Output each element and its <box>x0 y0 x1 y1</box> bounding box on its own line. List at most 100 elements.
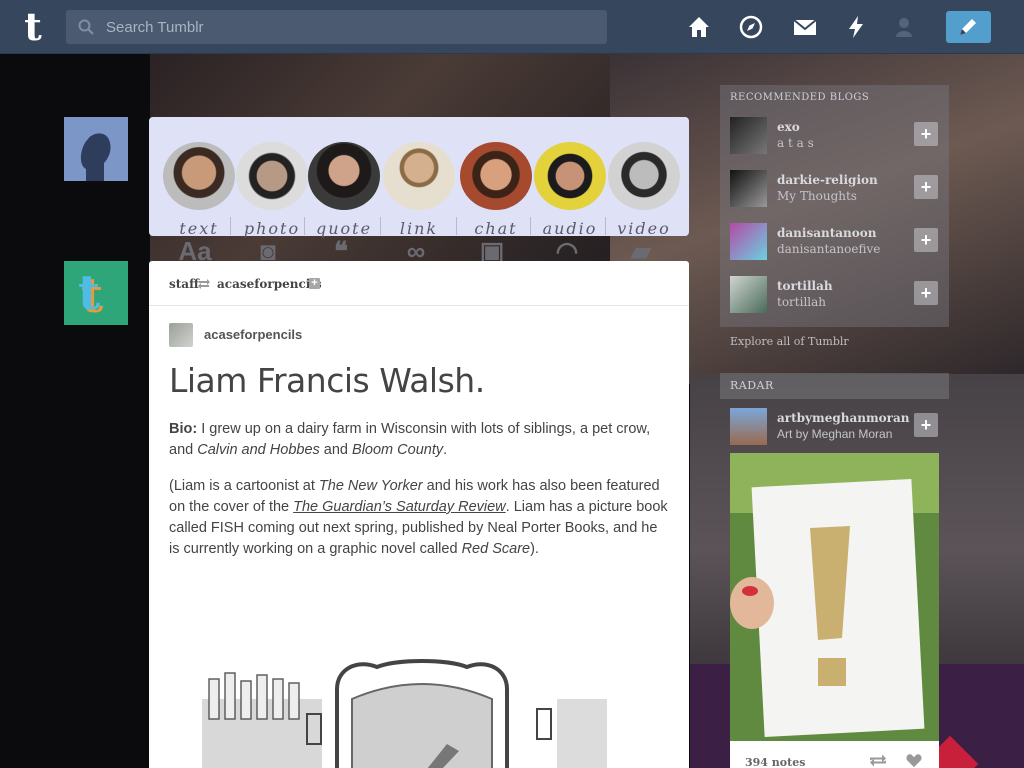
audio-avatar <box>534 142 606 210</box>
post-type-chooser: text photo quote link chat audio video <box>149 117 689 238</box>
desc-text: ). <box>530 541 539 557</box>
follow-button[interactable]: + <box>914 175 938 199</box>
desc-text: (Liam is a cartoonist at <box>169 478 315 494</box>
recommended-avatar <box>730 117 767 154</box>
recommended-name: exo <box>777 120 800 134</box>
post-type-link[interactable]: link <box>382 141 456 241</box>
author-avatar[interactable] <box>169 323 193 347</box>
post-title: Liam Francis Walsh. <box>169 361 485 400</box>
video-camera-icon: ▰ <box>631 236 651 261</box>
headphones-icon: ◠ <box>555 236 579 261</box>
photo-avatar <box>236 142 308 210</box>
heart-icon[interactable] <box>904 753 924 768</box>
follow-button[interactable]: + <box>914 281 938 305</box>
radar-photo[interactable] <box>730 453 939 741</box>
desc-title: The New Yorker <box>318 478 423 494</box>
post-card: staff acaseforpencils + acaseforpencils … <box>149 261 689 768</box>
description-paragraph: (Liam is a cartoonist at The New Yorker … <box>169 476 669 560</box>
notes-count[interactable]: 394 notes <box>745 756 805 768</box>
radar-avatar <box>730 408 767 445</box>
recommended-name: tortillah <box>777 279 833 293</box>
home-icon[interactable] <box>686 14 712 40</box>
separator <box>380 217 381 235</box>
bio-text: and <box>323 442 348 458</box>
recommended-name: danisantanoon <box>777 226 877 240</box>
compose-button[interactable] <box>946 11 991 43</box>
video-avatar <box>608 142 680 210</box>
separator <box>456 217 457 235</box>
post-type-icons: Aa ◙ ❝ ∞ ▣ ◠ ▰ <box>149 236 689 261</box>
follow-button[interactable]: + <box>914 228 938 252</box>
search-box[interactable] <box>66 10 607 44</box>
post-type-video[interactable]: video <box>607 141 681 241</box>
radar-subtitle: Art by Meghan Moran <box>777 427 893 441</box>
separator <box>230 217 231 235</box>
camera-icon: ◙ <box>260 236 276 261</box>
radar-title: Radar <box>730 379 774 392</box>
post-header: staff acaseforpencils + <box>149 261 689 306</box>
radar-header: Radar <box>720 373 949 399</box>
radar-blog-row[interactable]: artbymeghanmoran Art by Meghan Moran + <box>730 408 940 446</box>
chat-avatar <box>460 142 532 210</box>
tumblr-logo[interactable]: t <box>17 7 49 47</box>
quote-icon: ❝ <box>334 236 348 261</box>
compass-icon[interactable] <box>738 14 764 40</box>
guardian-link[interactable]: The Guardian’s Saturday Review <box>293 499 506 515</box>
recommended-title: Recommended Blogs <box>730 92 870 103</box>
recommended-subtitle: a t a s <box>777 136 814 150</box>
post-type-quote[interactable]: quote <box>307 141 381 241</box>
recommended-avatar <box>730 276 767 313</box>
separator <box>304 217 305 235</box>
recommended-blog-row[interactable]: darkie-religion My Thoughts + <box>730 170 940 208</box>
recommended-blog-row[interactable]: danisantanoon danisantanoefive + <box>730 223 940 261</box>
quote-avatar <box>308 142 380 210</box>
recommended-blog-row[interactable]: tortillah tortillah + <box>730 276 940 314</box>
text-avatar <box>163 142 235 210</box>
account-icon[interactable] <box>891 14 917 40</box>
follow-button[interactable]: + <box>914 413 938 437</box>
author-name[interactable]: acaseforpencils <box>204 327 302 342</box>
bio-title: Calvin and Hobbes <box>197 442 320 458</box>
pencil-icon <box>960 19 976 35</box>
radar-name: artbymeghanmoran <box>777 411 910 425</box>
staff-logo: t <box>78 265 101 321</box>
search-icon <box>78 19 94 35</box>
explore-link[interactable]: Explore all of Tumblr <box>730 335 849 348</box>
link-avatar <box>383 142 455 210</box>
chat-icon: ▣ <box>479 236 505 261</box>
silhouette-icon <box>80 133 111 181</box>
bio-title: Bloom County <box>352 442 444 458</box>
recommended-avatar <box>730 170 767 207</box>
lightning-icon[interactable] <box>843 14 869 40</box>
bio-paragraph: Bio: I grew up on a dairy farm in Wiscon… <box>169 419 669 461</box>
artwork-image <box>730 453 939 741</box>
search-input[interactable] <box>106 10 596 44</box>
recommended-avatar <box>730 223 767 260</box>
radar-footer: 394 notes <box>730 741 939 768</box>
post-type-audio[interactable]: audio <box>533 141 607 241</box>
source-blog-link[interactable]: acaseforpencils <box>217 277 322 291</box>
post-type-photo[interactable]: photo <box>235 141 309 241</box>
separator <box>530 217 531 235</box>
bio-label: Bio: <box>169 421 198 437</box>
reblog-icon[interactable] <box>868 753 888 768</box>
post-type-text[interactable]: text <box>162 141 236 241</box>
post-body: Bio: I grew up on a dairy farm in Wiscon… <box>169 419 669 575</box>
top-bar: t <box>0 0 1024 54</box>
recommended-name: darkie-religion <box>777 173 878 187</box>
user-avatar[interactable] <box>64 117 128 181</box>
cartoon-illustration <box>202 659 607 768</box>
recommended-subtitle: danisantanoefive <box>777 242 881 256</box>
reblogger-link[interactable]: staff <box>169 277 199 291</box>
mail-icon[interactable] <box>792 14 818 40</box>
desc-title: Red Scare <box>461 541 531 557</box>
separator <box>605 217 606 235</box>
staff-avatar[interactable]: t <box>64 261 128 325</box>
recommended-blog-row[interactable]: exo a t a s + <box>730 117 940 155</box>
reblog-icon <box>198 279 210 289</box>
recommended-subtitle: tortillah <box>777 295 827 309</box>
follow-mini-button[interactable]: + <box>309 278 320 289</box>
recommended-subtitle: My Thoughts <box>777 189 857 203</box>
follow-button[interactable]: + <box>914 122 938 146</box>
post-type-chat[interactable]: chat <box>459 141 533 241</box>
